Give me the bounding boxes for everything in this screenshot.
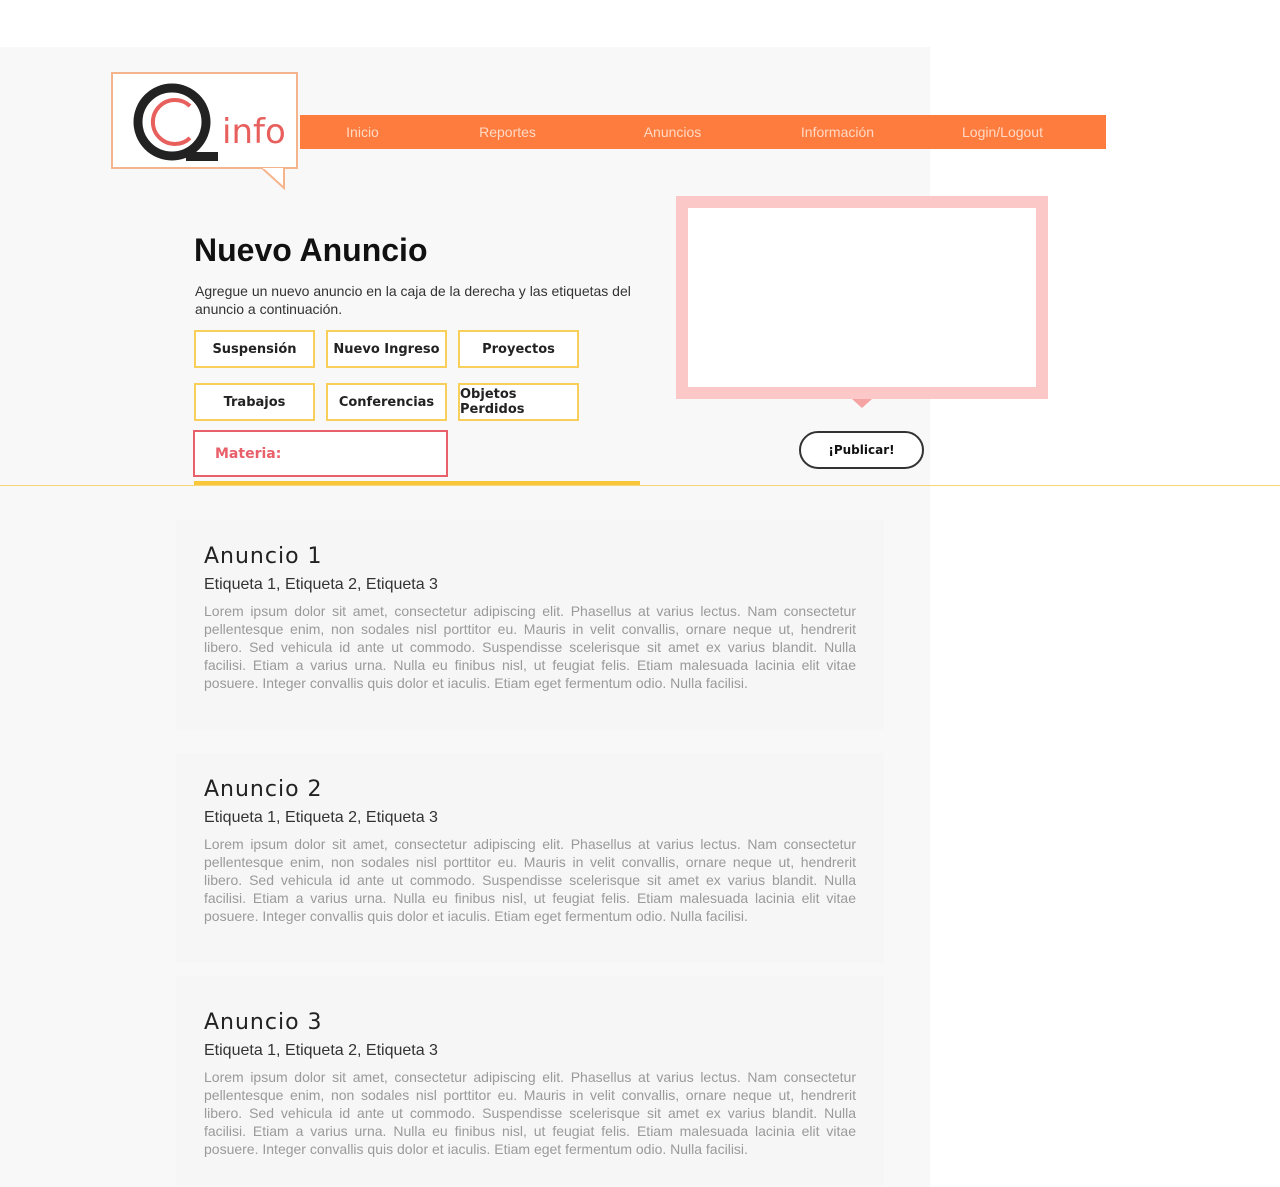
announcement-card: Anuncio 1 Etiqueta 1, Etiqueta 2, Etique… (176, 520, 884, 730)
speech-bubble-logo[interactable] (130, 80, 220, 165)
announcement-title: Anuncio 2 (204, 777, 323, 802)
page-title: Nuevo Anuncio (194, 232, 428, 268)
page-description: Agregue un nuevo anuncio en la caja de l… (195, 283, 631, 317)
tag-button-nuevo-ingreso[interactable]: Nuevo Ingreso (326, 330, 447, 368)
announcement-input-box (676, 196, 1048, 399)
section-divider (0, 485, 1280, 486)
materia-field[interactable]: Materia: (193, 430, 448, 477)
triangle-down-icon (852, 399, 872, 408)
main-navbar: Inicio Reportes Anuncios Información Log… (300, 115, 1106, 149)
nav-item-inicio[interactable]: Inicio (300, 124, 425, 140)
announcement-card: Anuncio 2 Etiqueta 1, Etiqueta 2, Etique… (176, 753, 884, 963)
announcement-card: Anuncio 3 Etiqueta 1, Etiqueta 2, Etique… (176, 976, 884, 1186)
announcement-textarea[interactable] (688, 208, 1036, 387)
tag-button-trabajos[interactable]: Trabajos (194, 383, 315, 421)
nav-item-anuncios[interactable]: Anuncios (590, 124, 755, 140)
tag-button-suspension[interactable]: Suspensión (194, 330, 315, 368)
announcement-tags: Etiqueta 1, Etiqueta 2, Etiqueta 3 (204, 1042, 438, 1059)
speech-bubble-logo-tail-icon (262, 168, 285, 190)
announcement-body: Lorem ipsum dolor sit amet, consectetur … (204, 603, 856, 691)
tag-button-conferencias[interactable]: Conferencias (326, 383, 447, 421)
materia-label: Materia: (215, 445, 282, 462)
announcement-title: Anuncio 3 (204, 1010, 323, 1035)
tag-button-objetos-perdidos[interactable]: Objetos Perdidos (458, 383, 579, 421)
logo-text: info (222, 112, 286, 152)
announcement-title: Anuncio 1 (204, 544, 323, 569)
nav-item-informacion[interactable]: Información (755, 124, 920, 140)
announcement-tags: Etiqueta 1, Etiqueta 2, Etiqueta 3 (204, 809, 438, 826)
announcement-tags: Etiqueta 1, Etiqueta 2, Etiqueta 3 (204, 576, 438, 593)
announcement-body: Lorem ipsum dolor sit amet, consectetur … (204, 1069, 856, 1157)
nav-item-login-logout[interactable]: Login/Logout (920, 124, 1085, 140)
nav-item-reportes[interactable]: Reportes (425, 124, 590, 140)
tag-button-proyectos[interactable]: Proyectos (458, 330, 579, 368)
announcement-body: Lorem ipsum dolor sit amet, consectetur … (204, 836, 856, 924)
publish-button[interactable]: ¡Publicar! (799, 431, 924, 469)
